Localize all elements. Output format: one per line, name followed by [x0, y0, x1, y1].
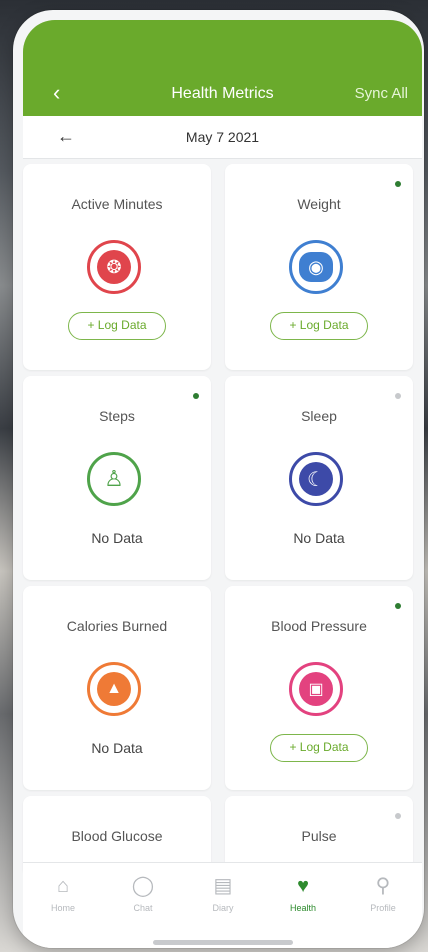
walking-icon: ♙ — [87, 452, 141, 506]
metric-title: Blood Pressure — [271, 618, 367, 634]
metric-title: Sleep — [301, 408, 337, 424]
tab-label: Diary — [212, 903, 234, 913]
app-header: ‹ Health Metrics Sync All — [23, 20, 422, 116]
bottom-tab-bar: ⌂ Home ◯ Chat ▤ Diary ♥ Health ⚲ Profile — [23, 862, 422, 948]
chat-icon: ◯ — [131, 875, 155, 897]
no-data-status: No Data — [293, 530, 345, 546]
tab-home[interactable]: ⌂ Home — [33, 873, 93, 913]
metric-card-steps[interactable]: Steps ♙ No Data — [23, 376, 211, 580]
flame-icon: ▲ — [87, 662, 141, 716]
tab-diary[interactable]: ▤ Diary — [193, 873, 253, 913]
sync-indicator-dot — [395, 603, 401, 609]
metric-card-blood-pressure[interactable]: Blood Pressure ▣ + Log Data — [225, 586, 413, 790]
metric-card-weight[interactable]: Weight ◉ + Log Data — [225, 164, 413, 370]
metric-card-calories-burned[interactable]: Calories Burned ▲ No Data — [23, 586, 211, 790]
scale-icon: ◉ — [289, 240, 343, 294]
log-data-button[interactable]: + Log Data — [270, 734, 368, 762]
heart-icon: ♥ — [297, 875, 309, 897]
tab-chat[interactable]: ◯ Chat — [113, 873, 173, 913]
metric-title: Calories Burned — [66, 618, 168, 634]
tab-profile[interactable]: ⚲ Profile — [353, 873, 413, 913]
metric-card-sleep[interactable]: Sleep ☾ No Data — [225, 376, 413, 580]
sync-indicator-dot — [193, 393, 199, 399]
sync-indicator-dot — [395, 393, 401, 399]
metric-title: Pulse — [301, 828, 337, 844]
moon-icon: ☾ — [289, 452, 343, 506]
no-data-status: No Data — [91, 530, 143, 546]
phone-screen: ‹ Health Metrics Sync All ← May 7 2021 A… — [13, 10, 424, 948]
blood-pressure-icon: ▣ — [289, 662, 343, 716]
sync-indicator-dot — [395, 181, 401, 187]
date-bar: ← May 7 2021 — [23, 116, 422, 159]
diary-icon: ▤ — [213, 875, 233, 897]
user-icon: ⚲ — [375, 875, 391, 897]
log-data-button[interactable]: + Log Data — [68, 312, 166, 340]
log-data-button[interactable]: + Log Data — [270, 312, 368, 340]
sync-indicator-dot — [395, 813, 401, 819]
home-icon: ⌂ — [56, 875, 70, 897]
metric-title: Weight — [297, 196, 341, 212]
person-running-icon: ❂ — [87, 240, 141, 294]
tab-label: Home — [50, 903, 75, 913]
metric-title: Blood Glucose — [71, 828, 163, 844]
metric-title: Active Minutes — [71, 196, 163, 212]
sync-all-button[interactable]: Sync All — [355, 85, 408, 102]
no-data-status: No Data — [91, 740, 143, 756]
metric-card-active-minutes[interactable]: Active Minutes ❂ + Log Data — [23, 164, 211, 370]
tab-label: Health — [289, 903, 316, 913]
tab-health[interactable]: ♥ Health — [273, 873, 333, 913]
metric-title: Steps — [99, 408, 135, 424]
home-indicator[interactable] — [153, 940, 293, 945]
tab-label: Chat — [133, 903, 153, 913]
current-date[interactable]: May 7 2021 — [23, 129, 422, 145]
tab-label: Profile — [370, 903, 396, 913]
